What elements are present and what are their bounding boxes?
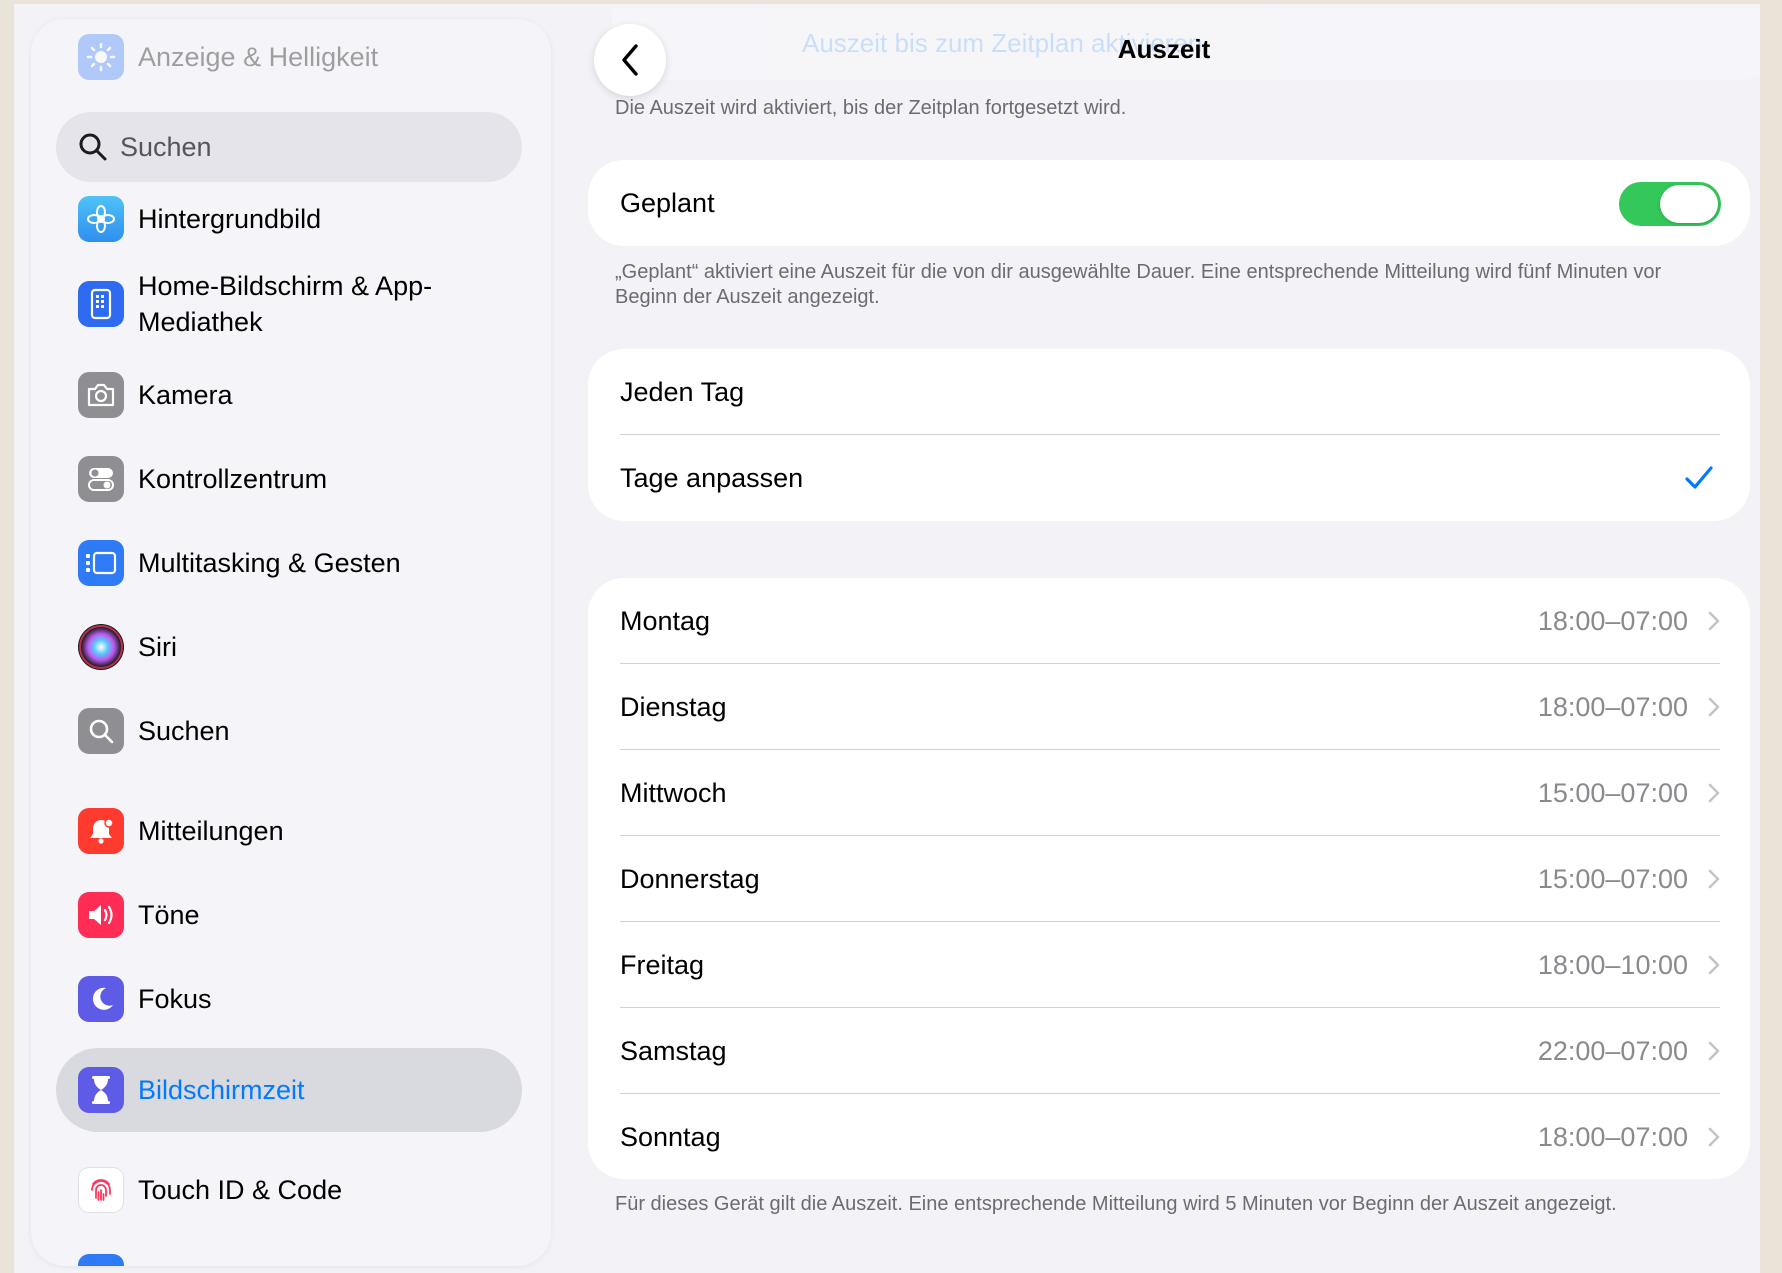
top-footnote: Die Auszeit wird aktiviert, bis der Zeit… xyxy=(615,97,1127,119)
bottom-footnote: Für dieses Gerät gilt die Auszeit. Eine … xyxy=(615,1193,1617,1215)
day-label: Samstag xyxy=(620,1035,727,1066)
search-icon xyxy=(78,708,124,754)
day-time-range: 18:00–10:00 xyxy=(1537,949,1688,980)
chevron-right-icon xyxy=(1708,1041,1720,1061)
page-title: Auszeit xyxy=(1117,34,1211,64)
day-label: Dienstag xyxy=(620,691,727,722)
back-button[interactable] xyxy=(594,24,666,96)
days-list: Montag 18:00–07:00 Dienstag 18:00–07:00 Mitt… xyxy=(588,578,1750,1179)
mode-option-every-day[interactable]: Jeden Tag xyxy=(588,349,1750,435)
chevron-right-icon xyxy=(1708,697,1720,717)
sidebar-item-wallpaper[interactable]: Hintergrundbild xyxy=(56,189,524,249)
sidebar-item-control-center[interactable]: Kontrollzentrum xyxy=(56,449,524,509)
scheduled-row: Geplant xyxy=(588,160,1750,246)
mode-option-label: Jeden Tag xyxy=(620,376,745,407)
sidebar-item-touch-id[interactable]: Touch ID & Code xyxy=(56,1160,524,1220)
day-time-range: 22:00–07:00 xyxy=(1537,1035,1688,1066)
day-row-mittwoch[interactable]: Mittwoch 15:00–07:00 xyxy=(588,750,1750,836)
day-time-range: 18:00–07:00 xyxy=(1537,605,1688,636)
sidebar-item-label: Mitteilungen xyxy=(138,816,284,846)
sidebar-item-sounds[interactable]: Töne xyxy=(56,885,524,945)
fingerprint-icon xyxy=(78,1167,124,1213)
chevron-left-icon xyxy=(622,44,638,76)
toggles-icon xyxy=(78,456,124,502)
hourglass-icon xyxy=(78,1067,124,1113)
sidebar-item-label: Siri xyxy=(138,632,177,662)
camera-icon xyxy=(78,372,124,418)
day-label: Sonntag xyxy=(620,1121,721,1152)
day-time-range: 18:00–07:00 xyxy=(1537,1121,1688,1152)
day-label: Freitag xyxy=(620,949,705,980)
day-row-freitag[interactable]: Freitag 18:00–10:00 xyxy=(588,922,1750,1008)
sun-icon xyxy=(78,34,124,80)
chevron-right-icon xyxy=(1708,783,1720,803)
sidebar-item-label: Töne xyxy=(138,900,200,930)
sidebar-item-label: Suchen xyxy=(138,716,230,746)
sidebar-item-label-line1: Home-Bildschirm & App- xyxy=(138,271,433,301)
sidebar-item-search[interactable]: Suchen xyxy=(56,701,524,761)
sidebar-item-camera[interactable]: Kamera xyxy=(56,365,524,425)
days-card: Montag 18:00–07:00 Dienstag 18:00–07:00 Mitt… xyxy=(588,578,1750,1179)
sidebar-item-label: Bildschirmzeit xyxy=(138,1075,305,1105)
screen: Anzeige & Helligkeit Suchen Hintergrundb… xyxy=(14,4,1760,1273)
speaker-icon xyxy=(78,892,124,938)
toggle-knob xyxy=(1660,185,1718,223)
sidebar-item-multitasking[interactable]: Multitasking & Gesten xyxy=(56,533,524,593)
main-pane: Auszeit bis zum Zeitplan aktivieren Ausz… xyxy=(554,4,1760,1273)
day-time-range: 15:00–07:00 xyxy=(1537,777,1688,808)
sidebar-item-home-screen[interactable]: Home-Bildschirm & App- Mediathek xyxy=(56,259,524,349)
multitasking-icon xyxy=(78,540,124,586)
sidebar-item-siri[interactable]: Siri xyxy=(56,617,524,677)
magnifier-icon xyxy=(79,133,107,161)
chevron-right-icon xyxy=(1708,955,1720,975)
day-row-samstag[interactable]: Samstag 22:00–07:00 xyxy=(588,1008,1750,1094)
mode-card: Jeden Tag Tage anpassen xyxy=(588,349,1750,521)
checkmark-icon xyxy=(1685,466,1713,489)
search-placeholder: Suchen xyxy=(120,131,212,162)
sidebar-item-label: Anzeige & Helligkeit xyxy=(138,42,379,72)
day-row-sonntag[interactable]: Sonntag 18:00–07:00 xyxy=(588,1094,1750,1179)
day-label: Montag xyxy=(620,605,711,636)
chevron-right-icon xyxy=(1708,869,1720,889)
sidebar-item-label: Kamera xyxy=(138,380,233,410)
day-row-dienstag[interactable]: Dienstag 18:00–07:00 xyxy=(588,664,1750,750)
sidebar-item-label: Kontrollzentrum xyxy=(138,464,328,494)
day-label: Mittwoch xyxy=(620,777,727,808)
sidebar-item-display[interactable]: Anzeige & Helligkeit xyxy=(56,27,524,87)
scheduled-footnote: „Geplant“ aktiviert eine Auszeit für die… xyxy=(615,261,1662,308)
sidebar-item-label: Touch ID & Code xyxy=(138,1175,343,1205)
home-screen-icon xyxy=(78,281,124,327)
scheduled-card: Geplant xyxy=(588,160,1750,246)
mode-option-label: Tage anpassen xyxy=(620,462,804,493)
sidebar-item-label: Hintergrundbild xyxy=(138,204,322,234)
chevron-right-icon xyxy=(1708,611,1720,631)
moon-icon xyxy=(78,976,124,1022)
settings-sidebar: Anzeige & Helligkeit Suchen Hintergrundb… xyxy=(31,19,551,1266)
search-field[interactable]: Suchen xyxy=(56,112,522,182)
flower-icon xyxy=(78,196,124,242)
scheduled-label: Geplant xyxy=(620,187,715,218)
mode-option-custom-days[interactable]: Tage anpassen xyxy=(588,435,1750,521)
sidebar-item-label: Multitasking & Gesten xyxy=(138,548,401,578)
sidebar-item-notifications[interactable]: Mitteilungen xyxy=(56,801,524,861)
sidebar-item-label: Fokus xyxy=(138,984,212,1014)
scheduled-toggle[interactable] xyxy=(1619,182,1721,226)
next-item-icon-partial xyxy=(78,1254,124,1266)
bell-icon xyxy=(78,808,124,854)
day-label: Donnerstag xyxy=(620,863,760,894)
day-row-donnerstag[interactable]: Donnerstag 15:00–07:00 xyxy=(588,836,1750,922)
chevron-right-icon xyxy=(1708,1127,1720,1147)
sidebar-item-focus[interactable]: Fokus xyxy=(56,969,524,1029)
siri-icon xyxy=(78,624,124,670)
sidebar-item-label-line2: Mediathek xyxy=(138,307,263,337)
sidebar-item-screen-time[interactable]: Bildschirmzeit xyxy=(56,1060,524,1120)
day-time-range: 18:00–07:00 xyxy=(1537,691,1688,722)
day-row-montag[interactable]: Montag 18:00–07:00 xyxy=(588,578,1750,664)
day-time-range: 15:00–07:00 xyxy=(1537,863,1688,894)
